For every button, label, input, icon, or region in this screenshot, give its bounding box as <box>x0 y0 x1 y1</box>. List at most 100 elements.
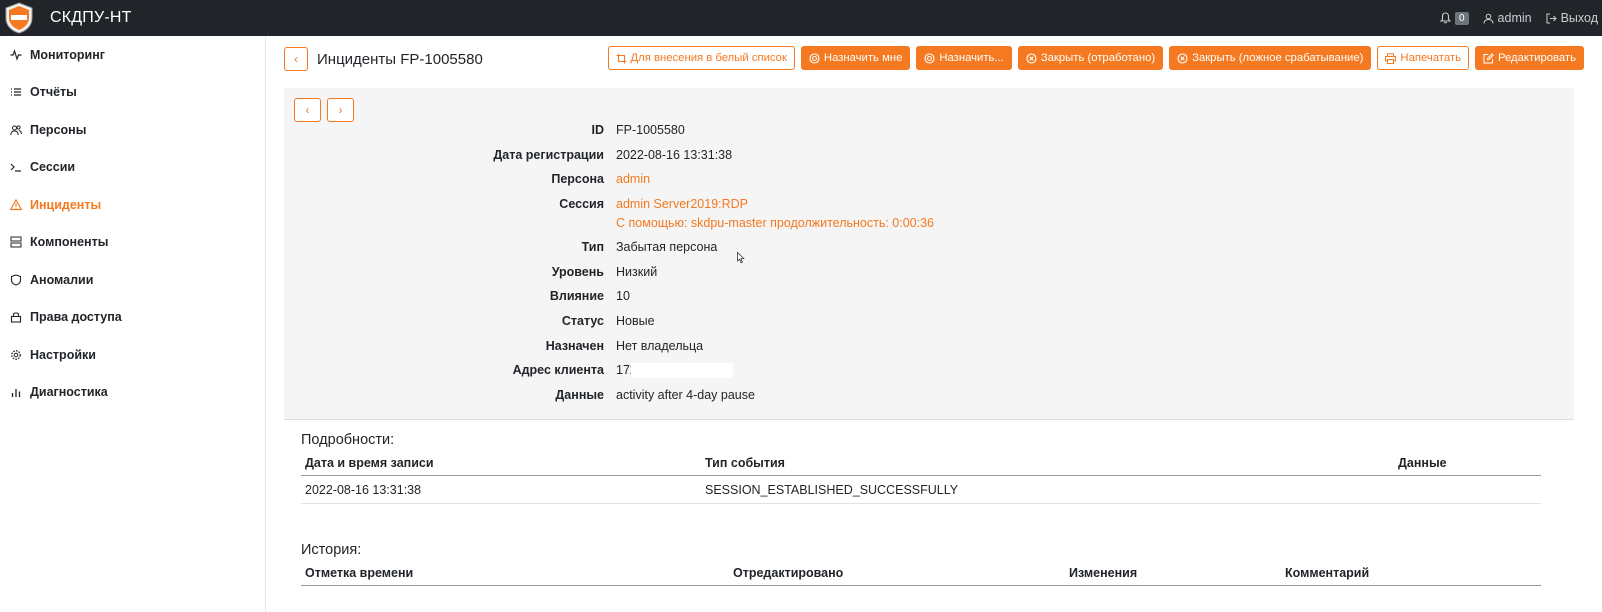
sidebar-item-anomalies[interactable]: Аномалии <box>0 261 265 299</box>
logout-link[interactable]: Выход <box>1546 11 1598 25</box>
table-cell: SESSION_ESTABLISHED_SUCCESSFULLY <box>705 483 959 497</box>
detail-value: 172.16. <box>616 363 734 379</box>
table-header-divider <box>301 585 1541 586</box>
sidebar-item-components[interactable]: Компоненты <box>0 224 265 262</box>
app-title: СКДПУ-НТ <box>50 9 132 26</box>
events-table: Дата и время записи Тип события Данные 2… <box>301 454 1541 504</box>
sidebar: Мониторинг Отчёты Персоны Сессии Инциден… <box>0 36 266 612</box>
detail-row-person: Персона admin <box>284 172 1574 186</box>
sidebar-item-label: Диагностика <box>30 385 108 400</box>
notifications[interactable]: 0 <box>1439 11 1469 25</box>
action-toolbar: Для внесения в белый список Назначить мн… <box>607 46 1584 70</box>
detail-row-level: Уровень Низкий <box>284 265 1574 279</box>
logout-label: Выход <box>1560 11 1598 25</box>
detail-label: Статус <box>561 314 604 328</box>
person-link[interactable]: admin <box>616 172 650 186</box>
print-button[interactable]: Напечатать <box>1377 46 1469 70</box>
history-section-title: История: <box>301 542 362 558</box>
edit-label: Редактировать <box>1497 52 1576 64</box>
detail-value: Низкий <box>616 265 658 279</box>
chevron-left-icon: ‹ <box>305 103 310 117</box>
main-content: ‹ Инциденты FP-1005580 Для внесения в бе… <box>266 36 1602 612</box>
close-resolved-button[interactable]: Закрыть (отработано) <box>1017 46 1164 70</box>
assign-me-button[interactable]: Назначить мне <box>800 46 911 70</box>
sidebar-item-reports[interactable]: Отчёты <box>0 74 265 112</box>
close-false-positive-button[interactable]: Закрыть (ложное срабатывание) <box>1169 46 1372 70</box>
detail-row-id: ID FP-1005580 <box>284 123 1574 137</box>
activity-icon <box>10 48 22 61</box>
sidebar-item-settings[interactable]: Настройки <box>0 336 265 374</box>
whitelist-label: Для внесения в белый список <box>630 52 787 64</box>
detail-label: Персона <box>551 172 604 186</box>
assign-label: Назначить... <box>939 52 1004 64</box>
page-header: ‹ Инциденты FP-1005580 Для внесения в бе… <box>284 46 1584 72</box>
next-incident-button[interactable]: › <box>327 98 354 122</box>
sidebar-item-monitoring[interactable]: Мониторинг <box>0 36 265 74</box>
printer-icon <box>1385 52 1397 64</box>
terminal-icon <box>10 161 22 173</box>
logout-icon <box>1546 13 1557 23</box>
x-circle-icon <box>1026 52 1037 64</box>
sidebar-item-label: Аномалии <box>30 272 94 287</box>
close-false-positive-label: Закрыть (ложное срабатывание) <box>1192 52 1364 64</box>
warning-icon <box>10 198 22 211</box>
detail-row-status: Статус Новые <box>284 314 1574 328</box>
sidebar-item-diagnostics[interactable]: Диагностика <box>0 374 265 412</box>
column-header: Отметка времени <box>305 566 414 580</box>
detail-row-assigned: Назначен Нет владельца <box>284 339 1574 353</box>
whitelist-button[interactable]: Для внесения в белый список <box>607 46 795 70</box>
print-label: Напечатать <box>1400 52 1461 64</box>
server-icon <box>10 236 22 248</box>
edit-button[interactable]: Редактировать <box>1474 46 1584 70</box>
detail-value: activity after 4-day pause <box>616 388 755 402</box>
chevron-left-icon: ‹ <box>294 52 298 66</box>
session-info: С помощью: skdpu-master продолжительност… <box>616 216 935 230</box>
shield-icon <box>10 274 22 286</box>
sidebar-item-label: Компоненты <box>30 235 109 250</box>
detail-label: Уровень <box>551 265 604 279</box>
detail-row-impact: Влияние 10 <box>284 289 1574 303</box>
incident-details-card: ‹ › ID FP-1005580 Дата регистрации 2022-… <box>284 88 1574 420</box>
session-link[interactable]: admin Server2019:RDP С помощью: skdpu-ma… <box>616 197 934 230</box>
detail-row-reg-date: Дата регистрации 2022-08-16 13:31:38 <box>284 148 1574 162</box>
detail-row-session: Сессия admin Server2019:RDP С помощью: s… <box>284 197 1574 230</box>
user-menu[interactable]: admin <box>1483 11 1532 25</box>
sidebar-item-label: Права доступа <box>30 310 122 325</box>
app-logo[interactable] <box>2 1 36 35</box>
detail-label: Влияние <box>549 289 604 303</box>
detail-label: Назначен <box>545 339 604 353</box>
session-name: admin Server2019:RDP <box>616 197 749 211</box>
bell-icon <box>1439 12 1451 24</box>
detail-label: Дата регистрации <box>493 148 604 162</box>
page-title: Инциденты FP-1005580 <box>317 50 483 68</box>
column-header: Данные <box>1398 456 1447 470</box>
table-row-divider <box>301 503 1541 504</box>
pencil-square-icon <box>1483 52 1494 63</box>
people-icon <box>10 124 22 136</box>
sidebar-item-label: Мониторинг <box>30 47 105 62</box>
table-header-divider <box>301 475 1541 476</box>
sidebar-item-sessions[interactable]: Сессии <box>0 149 265 187</box>
column-header: Дата и время записи <box>305 456 434 470</box>
redaction-mask <box>631 363 734 379</box>
detail-value: FP-1005580 <box>616 123 685 137</box>
sidebar-item-label: Настройки <box>30 347 96 362</box>
sidebar-item-label: Персоны <box>30 122 87 137</box>
crop-icon <box>616 53 627 63</box>
sidebar-item-access-rights[interactable]: Права доступа <box>0 299 265 337</box>
history-table: Отметка времени Отредактировано Изменени… <box>301 564 1541 594</box>
incident-pager: ‹ › <box>294 98 354 122</box>
sidebar-item-persons[interactable]: Персоны <box>0 111 265 149</box>
assign-button[interactable]: Назначить... <box>916 46 1012 70</box>
detail-row-data: Данные activity after 4-day pause <box>284 388 1574 402</box>
detail-label: Тип <box>581 240 604 254</box>
sidebar-item-label: Отчёты <box>30 85 77 100</box>
detail-value: 2022-08-16 13:31:38 <box>616 148 733 162</box>
column-header: Отредактировано <box>733 566 844 580</box>
detail-row-client-address: Адрес клиента 172.16. <box>284 363 1574 379</box>
back-button[interactable]: ‹ <box>284 47 308 71</box>
detail-value: Забытая персона <box>616 240 718 254</box>
previous-incident-button[interactable]: ‹ <box>294 98 321 122</box>
top-bar: СКДПУ-НТ 0 admin Выход <box>0 0 1602 36</box>
sidebar-item-incidents[interactable]: Инциденты <box>0 186 265 224</box>
